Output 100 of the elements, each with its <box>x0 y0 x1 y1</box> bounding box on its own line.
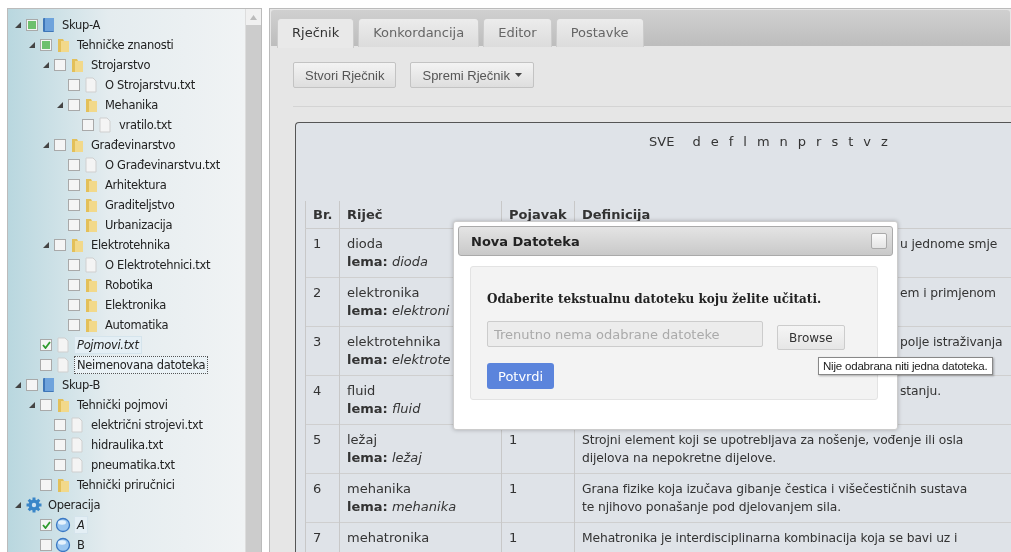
checkbox[interactable] <box>40 479 52 491</box>
checkbox[interactable] <box>68 219 80 231</box>
tab[interactable]: Rječnik <box>277 18 355 48</box>
letter-link[interactable]: f <box>728 134 734 149</box>
letter-link[interactable]: e <box>710 134 719 149</box>
checkbox[interactable] <box>54 139 66 151</box>
tree-item[interactable]: električni strojevi.txt <box>88 416 206 434</box>
tree-item[interactable]: Operacija <box>45 496 104 514</box>
button[interactable]: Stvori Rječnik <box>293 62 397 88</box>
expanded-icon[interactable] <box>42 142 49 148</box>
lemma-text: lema: dioda <box>347 253 428 271</box>
tree-item[interactable]: O Strojarstvu.txt <box>102 76 198 94</box>
tree-item[interactable]: Elektronika <box>102 296 169 314</box>
table-cell: 4 <box>305 375 340 425</box>
tree-item[interactable]: Arhitektura <box>102 176 170 194</box>
letter-link[interactable]: t <box>848 134 854 149</box>
checkbox[interactable] <box>26 19 38 31</box>
tree-item[interactable]: vratilo.txt <box>116 116 175 134</box>
letter-link[interactable]: s <box>831 134 839 149</box>
expanded-icon[interactable] <box>28 402 35 408</box>
tree-item[interactable]: B <box>74 536 88 552</box>
browse-button[interactable]: Browse <box>777 325 845 350</box>
file-icon <box>83 157 99 173</box>
checkbox[interactable] <box>68 179 80 191</box>
tree-item[interactable]: pneumatika.txt <box>88 456 178 474</box>
tab[interactable]: Postavke <box>555 18 644 47</box>
checkbox[interactable] <box>54 419 66 431</box>
letter-link[interactable]: d <box>692 134 701 149</box>
file-field[interactable]: Trenutno nema odabrane datoteke <box>487 321 763 347</box>
tree-item[interactable]: Skup-B <box>59 376 104 394</box>
tree-item[interactable]: Tehničke znanosti <box>74 36 177 54</box>
sphere-icon <box>55 517 71 533</box>
tree-item[interactable]: Strojarstvo <box>88 56 154 74</box>
confirm-button[interactable]: Potvrdi <box>487 363 555 389</box>
tree-item[interactable]: Urbanizacija <box>102 216 176 234</box>
tree-item[interactable]: A <box>74 516 88 534</box>
definition-text: u jednome smje <box>900 236 998 253</box>
checkbox[interactable] <box>68 159 80 171</box>
close-button[interactable] <box>871 233 887 249</box>
checkbox[interactable] <box>68 99 80 111</box>
folder-icon <box>69 57 85 73</box>
checkbox[interactable] <box>54 439 66 451</box>
tree-item[interactable]: Tehnički priručnici <box>74 476 178 494</box>
checkbox[interactable] <box>54 59 66 71</box>
lemma-text: lema: fluid <box>347 400 421 418</box>
checkbox[interactable] <box>54 459 66 471</box>
checkbox[interactable] <box>40 539 52 551</box>
dropdown-button[interactable]: Spremi Rječnik <box>410 62 534 88</box>
tree-item[interactable]: Neimenovana datoteka <box>74 356 209 374</box>
letter-link[interactable]: r <box>816 134 822 149</box>
checkbox[interactable] <box>40 359 52 371</box>
definition-text: stanju. <box>900 383 941 400</box>
checkbox[interactable] <box>68 259 80 271</box>
expanded-icon[interactable] <box>42 242 49 248</box>
checkbox[interactable] <box>68 79 80 91</box>
letter-link[interactable]: v <box>863 134 872 149</box>
letter-link[interactable]: SVE <box>649 134 675 149</box>
tree-item[interactable]: Robotika <box>102 276 156 294</box>
checkbox[interactable] <box>68 319 80 331</box>
file-icon <box>97 117 113 133</box>
folder-icon <box>83 177 99 193</box>
tree-item[interactable]: Mehanika <box>102 96 161 114</box>
expanded-icon[interactable] <box>14 22 21 28</box>
expanded-icon[interactable] <box>14 502 21 508</box>
checkbox[interactable] <box>54 239 66 251</box>
tree-item[interactable]: O Građevinarstvu.txt <box>102 156 223 174</box>
word-text: ležaj <box>347 431 377 449</box>
tab[interactable]: Editor <box>483 18 552 47</box>
expanded-icon[interactable] <box>42 62 49 68</box>
letter-link[interactable]: z <box>881 134 888 149</box>
checkbox[interactable] <box>40 399 52 411</box>
letter-link[interactable]: p <box>797 134 807 149</box>
table-cell: 6 <box>305 473 340 523</box>
tree-item[interactable]: Graditeljstvo <box>102 196 178 214</box>
tree-item[interactable]: Elektrotehnika <box>88 236 173 254</box>
tree-item[interactable]: Građevinarstvo <box>88 136 179 154</box>
tree-item[interactable]: Pojmovi.txt <box>74 336 142 354</box>
tab[interactable]: Konkordancija <box>358 18 480 47</box>
tree-item[interactable]: hidraulika.txt <box>88 436 167 454</box>
tree-item[interactable]: Automatika <box>102 316 172 334</box>
table-cell: 1 <box>501 473 575 523</box>
letter-link[interactable]: l <box>743 134 747 149</box>
checkbox[interactable] <box>82 119 94 131</box>
checkbox[interactable] <box>68 199 80 211</box>
checkbox[interactable] <box>40 39 52 51</box>
tree-item[interactable]: Tehnički pojmovi <box>74 396 171 414</box>
scrollbar[interactable] <box>245 9 261 552</box>
expanded-icon[interactable] <box>14 382 21 388</box>
tree-item[interactable]: Skup-A <box>59 16 104 34</box>
letter-link[interactable]: m <box>756 134 770 149</box>
checkbox[interactable] <box>26 379 38 391</box>
checkbox[interactable] <box>68 299 80 311</box>
expanded-icon[interactable] <box>56 102 63 108</box>
checkbox[interactable] <box>40 519 52 531</box>
scroll-up-icon[interactable] <box>250 14 257 20</box>
checkbox[interactable] <box>40 339 52 351</box>
letter-link[interactable]: n <box>779 134 788 149</box>
tree-item[interactable]: O Elektrotehnici.txt <box>102 256 214 274</box>
checkbox[interactable] <box>68 279 80 291</box>
expanded-icon[interactable] <box>28 42 35 48</box>
